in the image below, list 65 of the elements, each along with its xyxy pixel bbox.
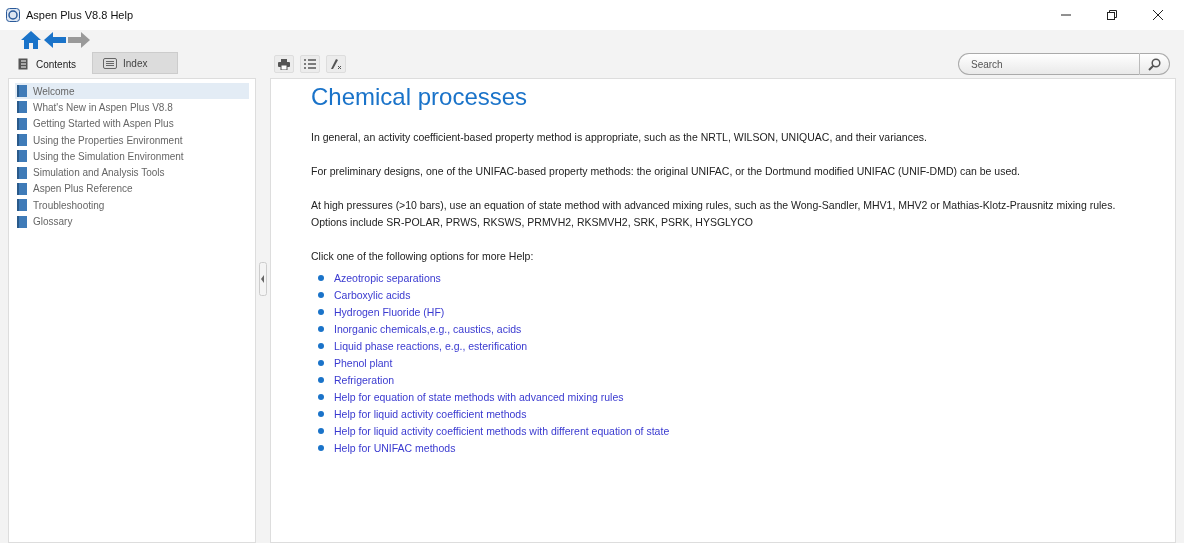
help-link[interactable]: Liquid phase reactions, e.g., esterification	[334, 339, 528, 352]
restore-icon[interactable]	[1106, 9, 1118, 21]
book-icon	[17, 117, 27, 130]
help-link[interactable]: Help for equation of state methods with advanced mixing rules	[334, 390, 624, 403]
sidebar-item[interactable]: Aspen Plus Reference	[15, 180, 249, 198]
bullet-icon	[318, 376, 324, 383]
book-icon	[17, 199, 27, 212]
sidebar-item[interactable]: Troubleshooting	[15, 197, 249, 214]
tab[interactable]: Index	[92, 52, 179, 74]
help-link[interactable]: Inorganic chemicals,e.g., caustics, acids	[334, 322, 522, 335]
home-icon[interactable]	[20, 30, 42, 50]
book-icon	[17, 166, 27, 179]
help-link[interactable]: Carboxylic acids	[334, 288, 411, 301]
paragraph: Click one of the following options for more Help:	[311, 249, 535, 264]
toc-button[interactable]	[300, 55, 320, 73]
book-icon	[17, 134, 27, 147]
help-link[interactable]: Help for liquid activity coefficient methods	[334, 407, 527, 420]
close-icon[interactable]	[1152, 9, 1164, 21]
help-link[interactable]: Phenol plant	[334, 356, 393, 369]
list-icon	[304, 59, 316, 69]
sidebar-item[interactable]: Glossary	[15, 213, 249, 230]
collapse-handle-icon[interactable]	[259, 261, 267, 296]
bullet-icon	[318, 291, 324, 298]
book-icon	[17, 150, 27, 163]
back-arrow-icon[interactable]	[44, 31, 66, 49]
help-link[interactable]: Help for UNIFAC methods	[334, 441, 456, 454]
forward-arrow-icon[interactable]	[68, 31, 90, 49]
paragraph: At high pressures (>10 bars), use an equation of state method with advanced mixing rules, such as the Wong-Sandler, MHV1, MHV2 or Mathias-Klotz-Prausnitz mixing rules. Options include SR-POLAR, PRWS, RKSWS, PRMVH2, RKSMVH2, SRK, PSRK, HYSGLYCO	[311, 198, 1117, 230]
book-icon	[17, 182, 27, 195]
window-title: Aspen Plus V8.8 Help	[26, 9, 133, 21]
help-link[interactable]: Azeotropic separations	[334, 271, 441, 284]
bullet-icon	[318, 393, 324, 400]
help-link[interactable]: Help for liquid activity coefficient methods with different equation of state	[334, 424, 670, 437]
bullet-icon	[318, 274, 324, 281]
bullet-icon	[318, 342, 324, 349]
app-logo-icon	[6, 8, 20, 22]
clear-highlight-button[interactable]	[326, 55, 346, 73]
bullet-icon	[318, 308, 324, 315]
search-field[interactable]: Search	[958, 53, 1140, 75]
search-icon	[1148, 57, 1161, 71]
sidebar-item[interactable]: Using the Simulation Environment	[15, 148, 249, 165]
sidebar-item[interactable]: Simulation and Analysis Tools	[15, 164, 249, 181]
print-button[interactable]	[274, 55, 294, 73]
sidebar-item[interactable]: What's New in Aspen Plus V8.8	[15, 99, 249, 116]
printer-icon	[278, 58, 290, 70]
sidebar-item[interactable]: Welcome	[15, 83, 249, 100]
book-icon	[17, 215, 27, 228]
book-icon	[18, 58, 30, 70]
bullet-icon	[318, 359, 324, 366]
search-button[interactable]	[1140, 53, 1170, 75]
list-icon	[103, 57, 118, 69]
paragraph: In general, an activity coefficient-based property method is appropriate, such as the NRTL, WILSON, UNIQUAC, and their variances.	[311, 130, 928, 145]
bullet-icon	[318, 410, 324, 417]
help-link[interactable]: Refrigeration	[334, 373, 395, 386]
sidebar-item[interactable]: Using the Properties Environment	[15, 131, 249, 149]
book-icon	[17, 101, 27, 114]
sidebar-item[interactable]: Getting Started with Aspen Plus	[15, 115, 249, 132]
paragraph: For preliminary designs, one of the UNIFAC-based property methods: the original UNIFAC, or the Dortmund modified UNIFAC (UNIF-DMD) can be used.	[311, 164, 1022, 179]
help-link[interactable]: Hydrogen Fluoride (HF)	[334, 305, 445, 318]
book-icon	[17, 85, 27, 98]
article-title: Chemical processes	[311, 83, 529, 111]
bullet-icon	[318, 427, 324, 434]
bullet-icon	[318, 325, 324, 332]
pen-cross-icon	[329, 58, 343, 70]
bullet-icon	[318, 444, 324, 451]
